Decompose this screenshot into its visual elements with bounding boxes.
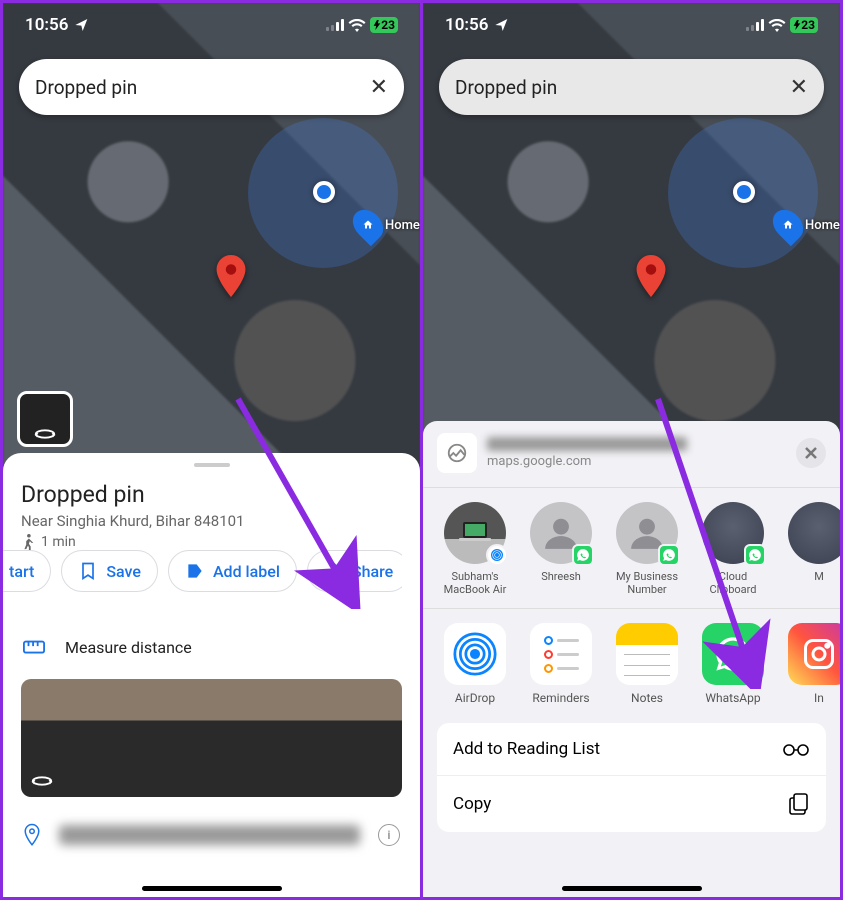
status-bar: 10:56 23 xyxy=(3,3,420,47)
share-app-whatsapp[interactable]: WhatsApp xyxy=(695,623,771,705)
wifi-icon xyxy=(348,19,366,32)
status-time: 10:56 xyxy=(25,15,68,35)
share-app-instagram[interactable]: In xyxy=(781,623,840,705)
sheet-grabber[interactable] xyxy=(194,463,230,467)
share-actions: Add to Reading List Copy xyxy=(437,723,826,832)
cellular-icon xyxy=(746,19,764,31)
dropped-pin-marker[interactable] xyxy=(215,255,247,301)
share-source-icon xyxy=(437,433,477,473)
clear-search-icon[interactable]: ✕ xyxy=(370,75,388,100)
search-text: Dropped pin xyxy=(455,76,790,99)
streetview-thumbnail[interactable] xyxy=(17,391,73,447)
phone-right: 10:56 23 Dropped pin ✕ Home xyxy=(423,3,840,897)
status-time: 10:56 xyxy=(445,15,488,35)
start-button[interactable]: tart xyxy=(3,550,51,592)
share-title-blurred xyxy=(487,437,687,451)
close-share-button[interactable] xyxy=(796,438,826,468)
share-app-notes[interactable]: Notes xyxy=(609,623,685,705)
streetview-preview[interactable] xyxy=(21,679,402,797)
walk-time: 1 min xyxy=(21,534,402,550)
location-arrow-icon xyxy=(494,17,510,33)
share-app-reminders[interactable]: Reminders xyxy=(523,623,599,705)
place-address: Near Singhia Khurd, Bihar 848101 xyxy=(21,512,402,530)
current-location-dot xyxy=(733,181,755,203)
share-button[interactable]: Share xyxy=(307,550,402,592)
glasses-icon xyxy=(782,741,810,757)
cellular-icon xyxy=(326,19,344,31)
dropped-pin-marker[interactable] xyxy=(635,255,667,301)
address-row[interactable]: i xyxy=(3,811,420,859)
share-app-airdrop[interactable]: AirDrop xyxy=(437,623,513,705)
battery-indicator: 23 xyxy=(790,17,818,33)
share-contact[interactable]: My Business Number xyxy=(609,502,685,596)
home-indicator[interactable] xyxy=(562,886,702,891)
share-apps-row: AirDropRemindersNotesWhatsAppIn xyxy=(423,611,840,715)
copy-button[interactable]: Copy xyxy=(437,776,826,832)
battery-indicator: 23 xyxy=(370,17,398,33)
place-title: Dropped pin xyxy=(21,481,402,508)
home-indicator[interactable] xyxy=(142,886,282,891)
wifi-icon xyxy=(768,19,786,32)
ios-share-sheet: maps.google.com Subham's MacBook AirShre… xyxy=(423,421,840,897)
info-icon[interactable]: i xyxy=(378,824,400,846)
search-bar[interactable]: Dropped pin ✕ xyxy=(439,59,824,115)
save-button[interactable]: Save xyxy=(61,550,158,592)
share-contact[interactable]: M xyxy=(781,502,840,596)
location-arrow-icon xyxy=(74,17,90,33)
share-contacts-row: Subham's MacBook AirShreeshMy Business N… xyxy=(423,490,840,606)
search-bar[interactable]: Dropped pin ✕ xyxy=(19,59,404,115)
share-contact[interactable]: Shreesh xyxy=(523,502,599,596)
status-bar: 10:56 23 xyxy=(423,3,840,47)
current-location-dot xyxy=(313,181,335,203)
share-contact[interactable]: Cloud Clipboard xyxy=(695,502,771,596)
add-reading-list-button[interactable]: Add to Reading List xyxy=(437,723,826,776)
share-contact[interactable]: Subham's MacBook Air xyxy=(437,502,513,596)
measure-distance-button[interactable]: Measure distance xyxy=(3,622,420,673)
share-url: maps.google.com xyxy=(487,454,786,469)
copy-icon xyxy=(788,792,810,816)
home-pin[interactable]: Home xyxy=(355,208,420,242)
search-text: Dropped pin xyxy=(35,76,370,99)
place-sheet: Dropped pin Near Singhia Khurd, Bihar 84… xyxy=(3,453,420,897)
phone-left: 10:56 23 Dropped pin ✕ Home xyxy=(3,3,423,897)
clear-search-icon[interactable]: ✕ xyxy=(790,75,808,100)
add-label-button[interactable]: Add label xyxy=(168,550,297,592)
address-text-blurred xyxy=(59,825,360,845)
home-pin[interactable]: Home xyxy=(775,208,840,242)
